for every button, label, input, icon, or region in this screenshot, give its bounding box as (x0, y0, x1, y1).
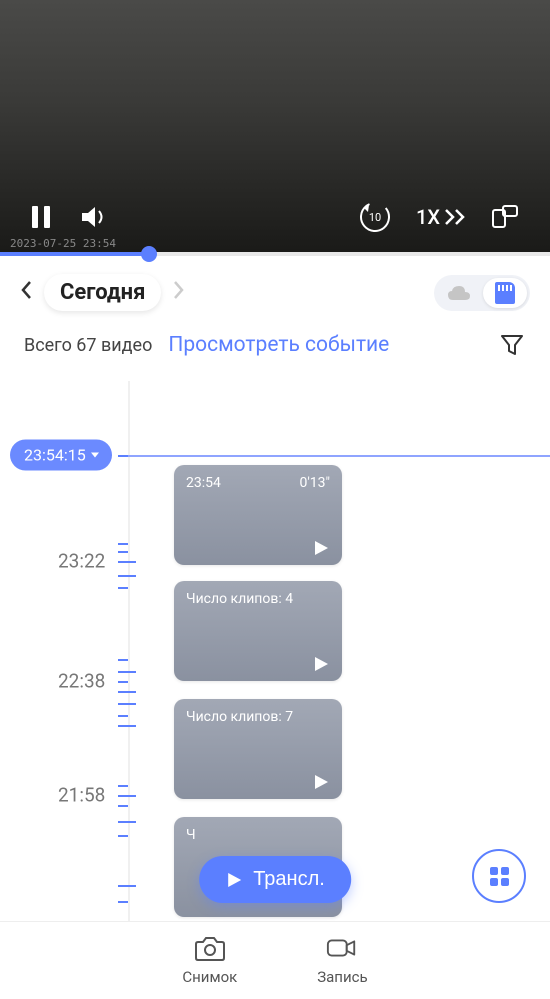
video-player[interactable]: 10 1X 2023-07-25 23:54 (0, 0, 550, 252)
sd-storage-button[interactable] (483, 278, 527, 308)
grid-view-button[interactable] (472, 849, 526, 903)
progress-thumb[interactable] (141, 246, 157, 262)
volume-button[interactable] (80, 204, 110, 230)
clip-card[interactable]: Число клипов: 4 (174, 581, 342, 681)
progress-bar[interactable] (0, 252, 550, 256)
live-stream-button[interactable]: Трансл. (199, 856, 351, 903)
view-event-link[interactable]: Просмотреть событие (168, 333, 389, 357)
timeline-label: 23:22 (58, 550, 105, 573)
date-today-pill[interactable]: Сегодня (44, 274, 161, 311)
current-time-badge[interactable]: 23:54:15 (10, 440, 112, 471)
clip-card[interactable]: Число клипов: 7 (174, 699, 342, 799)
filter-button[interactable] (498, 331, 526, 359)
playback-speed-button[interactable]: 1X (416, 205, 466, 229)
pause-button[interactable] (30, 204, 52, 230)
date-next-button[interactable] (173, 280, 185, 305)
video-icon (326, 932, 358, 964)
play-icon (312, 773, 330, 791)
bottom-toolbar: Снимок Запись (0, 921, 550, 999)
play-icon (312, 655, 330, 673)
record-button[interactable]: Запись (317, 932, 367, 999)
play-icon (225, 871, 243, 889)
video-timestamp: 2023-07-25 23:54 (10, 237, 116, 250)
rotate-button[interactable] (490, 204, 520, 230)
timeline-label: 22:38 (58, 670, 105, 693)
grid-icon (490, 867, 509, 886)
storage-toggle[interactable] (434, 275, 530, 311)
total-videos-label: Всего 67 видео (24, 335, 152, 356)
cloud-storage-button[interactable] (437, 278, 481, 308)
timeline-label: 21:58 (58, 784, 105, 807)
date-prev-button[interactable] (20, 280, 32, 305)
snapshot-button[interactable]: Снимок (182, 932, 237, 999)
play-icon (312, 539, 330, 557)
rewind-10-button[interactable]: 10 (358, 200, 392, 234)
sd-card-icon (495, 282, 515, 304)
camera-icon (194, 932, 226, 964)
svg-text:10: 10 (369, 211, 381, 224)
current-time-line (128, 455, 550, 457)
clip-card[interactable]: 23:54 0'13" (174, 465, 342, 565)
